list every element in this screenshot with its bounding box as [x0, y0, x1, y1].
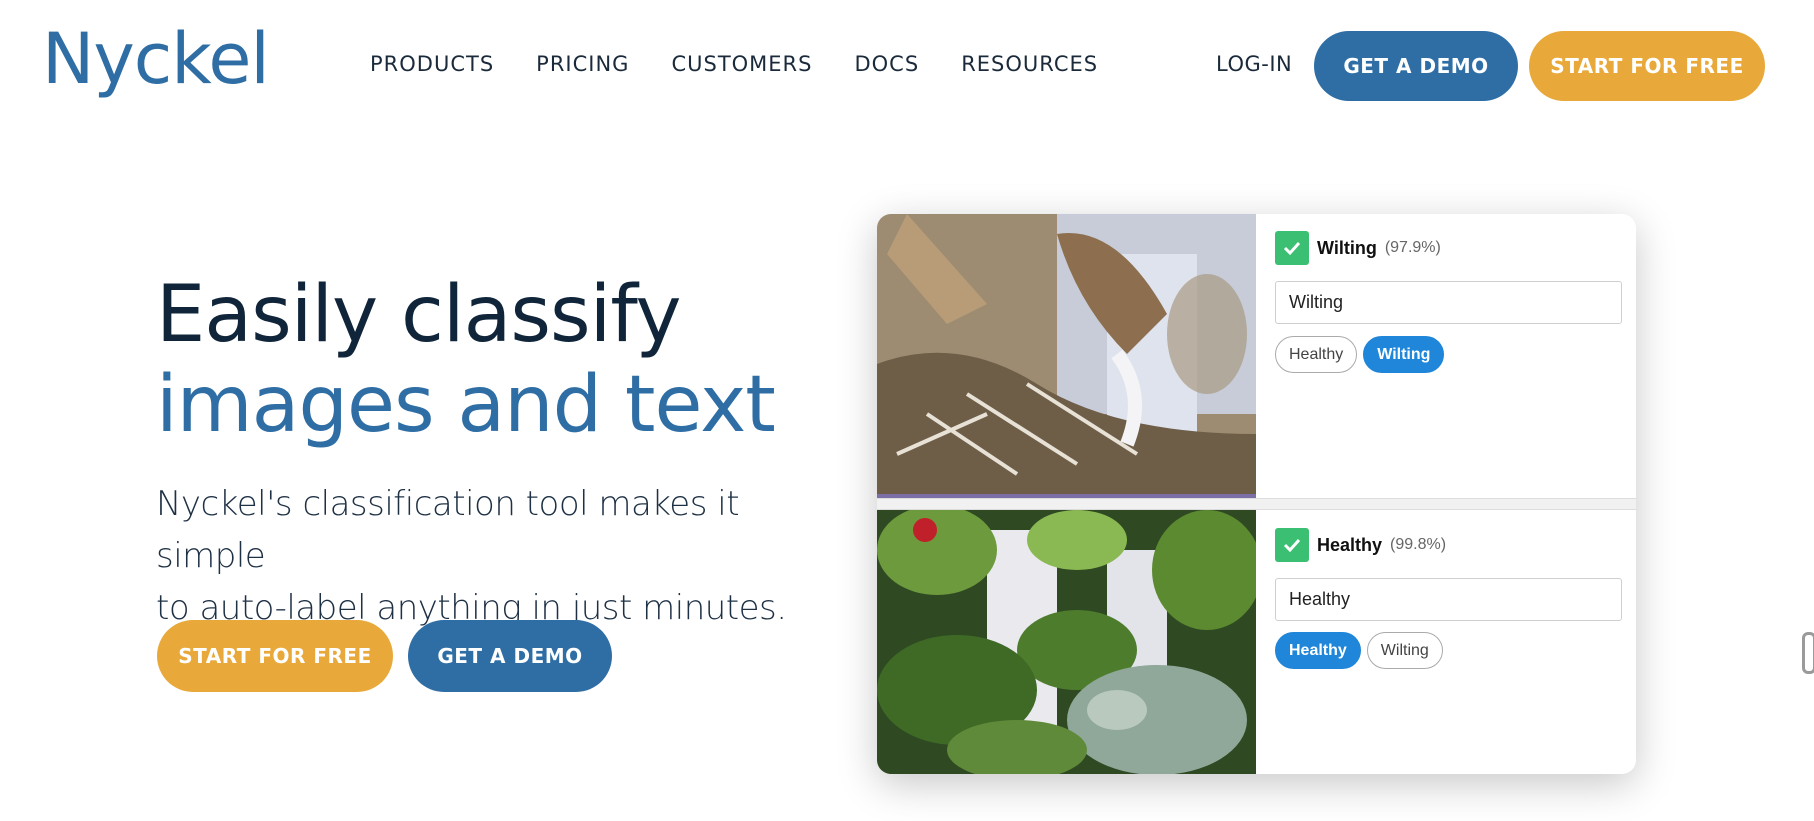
nyckel-logo[interactable]: Nyckel [42, 18, 270, 100]
hero-subtitle-line1: Nyckel's classification tool makes it si… [156, 484, 740, 576]
prediction-confidence: (99.8%) [1390, 536, 1447, 553]
demo-row-wilting: Wilting (97.9%) Wilting Healthy Wilting [877, 214, 1636, 498]
wilting-plant-image [877, 214, 1256, 498]
hero-title-line1: Easily classify [156, 270, 682, 360]
hero-start-free-button[interactable]: START FOR FREE [157, 620, 393, 692]
row-divider [877, 498, 1636, 510]
header-get-demo-button[interactable]: GET A DEMO [1314, 31, 1518, 101]
classification-demo-card: Wilting (97.9%) Wilting Healthy Wilting [877, 214, 1636, 774]
side-scroll-handle[interactable] [1802, 632, 1814, 674]
demo-row-healthy: Healthy (99.8%) Healthy Healthy Wilting [877, 510, 1636, 774]
tag-healthy[interactable]: Healthy [1275, 336, 1358, 373]
hero-get-demo-button[interactable]: GET A DEMO [408, 620, 612, 692]
check-icon [1275, 231, 1309, 265]
nav-docs[interactable]: DOCS [854, 52, 919, 76]
prediction-label: Wilting [1317, 237, 1377, 258]
prediction-confidence: (97.9%) [1384, 239, 1441, 256]
label-tags: Healthy Wilting [1275, 336, 1445, 373]
label-field[interactable]: Healthy [1275, 578, 1622, 621]
prediction-label: Healthy [1317, 534, 1383, 555]
tag-healthy[interactable]: Healthy [1275, 632, 1361, 669]
healthy-plant-image [877, 510, 1256, 774]
nav-customers[interactable]: CUSTOMERS [671, 52, 812, 76]
hero-title-line2: images and text [156, 360, 776, 450]
tag-wilting[interactable]: Wilting [1366, 632, 1443, 669]
label-field[interactable]: Wilting [1275, 281, 1622, 324]
main-nav: PRODUCTS PRICING CUSTOMERS DOCS RESOURCE… [370, 52, 1098, 76]
header-start-free-button[interactable]: START FOR FREE [1529, 31, 1765, 101]
label-tags: Healthy Wilting [1275, 632, 1443, 669]
prediction-header: Healthy (99.8%) [1275, 528, 1446, 562]
nav-pricing[interactable]: PRICING [536, 52, 629, 76]
hero-title: Easily classify images and text [156, 270, 776, 450]
login-link[interactable]: LOG-IN [1216, 52, 1292, 76]
nav-products[interactable]: PRODUCTS [370, 52, 494, 76]
hero-subtitle: Nyckel's classification tool makes it si… [156, 478, 796, 634]
tag-wilting[interactable]: Wilting [1363, 336, 1445, 373]
nav-resources[interactable]: RESOURCES [961, 52, 1098, 76]
prediction-header: Wilting (97.9%) [1275, 231, 1441, 265]
check-icon [1275, 528, 1309, 562]
